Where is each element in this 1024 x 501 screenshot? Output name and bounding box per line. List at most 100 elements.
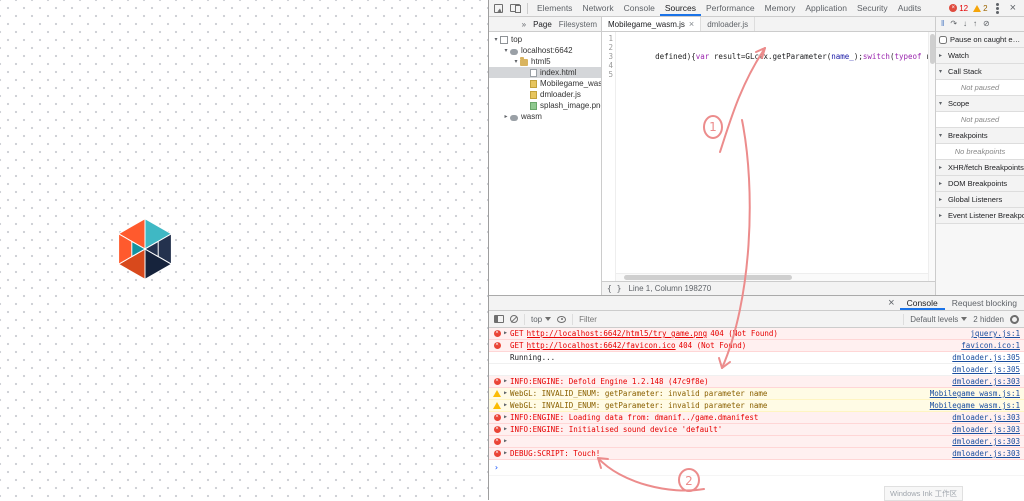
expand-icon[interactable] (504, 437, 507, 446)
step-out-icon[interactable]: ↑ (973, 20, 977, 28)
tree-item[interactable]: ▾ html5 (489, 56, 601, 67)
warning-count-badge[interactable]: 2 (973, 4, 988, 13)
source-location-link[interactable]: favicon.ico:1 (955, 341, 1020, 350)
editor-tab[interactable]: Mobilegame_wasm.js (602, 17, 702, 31)
tree-item-label: localhost:6642 (521, 46, 573, 55)
message-text: GET (510, 341, 524, 350)
disclosure-icon[interactable]: ▸ (502, 113, 510, 120)
error-count-badge[interactable]: 12 (949, 4, 968, 13)
source-location-link[interactable]: dmloader.js:303 (946, 437, 1020, 446)
error-icon (493, 438, 501, 446)
debugger-section-header[interactable]: ▸ Watch (936, 48, 1024, 64)
device-toolbar-icon[interactable] (510, 4, 521, 13)
live-expression-eye-icon[interactable] (557, 315, 567, 323)
message-url[interactable]: http://localhost:6642/html5/try_game.png (527, 329, 708, 338)
navigator-overflow-icon[interactable]: » (522, 20, 526, 29)
tree-item[interactable]: Mobilegame_wasm.js (489, 78, 601, 89)
panel-tab[interactable]: Memory (760, 0, 801, 16)
expand-icon[interactable] (504, 389, 507, 398)
debugger-section-header[interactable]: ▸ Event Listener Breakpoints (936, 208, 1024, 224)
hidden-count[interactable]: 2 hidden (973, 315, 1004, 324)
code-segment: ); (853, 52, 863, 61)
panel-tab[interactable]: Application (800, 0, 852, 16)
code-area[interactable]: 12345 defined){var result=GLctx.getParam… (602, 32, 935, 281)
devtools-panel: Elements Network Console Sources Performance… (488, 0, 1024, 500)
cloud-icon (510, 48, 518, 55)
clear-console-icon[interactable] (510, 315, 518, 323)
tree-item[interactable]: ▸ wasm (489, 111, 601, 122)
toolbar-divider (572, 313, 574, 325)
context-selector[interactable]: top (531, 315, 552, 324)
tree-item[interactable]: index.html (489, 67, 601, 78)
debugger-section-header[interactable]: ▾ Call Stack (936, 64, 1024, 80)
navigator-tab[interactable]: Page (533, 20, 552, 29)
error-icon (493, 414, 501, 422)
disclosure-icon[interactable]: ▾ (512, 58, 520, 65)
expand-icon[interactable] (504, 425, 507, 434)
console-sidebar-icon[interactable] (494, 315, 504, 323)
debugger-section-header[interactable]: ▾ Scope (936, 96, 1024, 112)
navigator-tab[interactable]: Filesystem (559, 20, 597, 29)
close-drawer-icon[interactable] (883, 298, 899, 309)
expand-icon[interactable] (504, 401, 507, 410)
step-over-icon[interactable]: ↷ (950, 20, 957, 28)
panel-tab[interactable]: Security (852, 0, 893, 16)
debugger-section: ▾ Call Stack Not paused (936, 64, 1024, 96)
expand-icon[interactable] (504, 329, 507, 338)
toolbar-divider (903, 313, 905, 325)
debugger-section: ▾ Breakpoints No breakpoints (936, 128, 1024, 160)
source-location-link[interactable]: jquery.js:1 (964, 329, 1020, 338)
source-location-link[interactable]: Mobilegame_wasm.js:1 (924, 401, 1020, 410)
inspect-element-icon[interactable] (494, 3, 503, 13)
console-prompt[interactable]: › (489, 460, 1024, 476)
pretty-print-button[interactable]: { } (607, 284, 621, 293)
expand-icon[interactable] (504, 449, 507, 458)
step-into-icon[interactable]: ↓ (963, 20, 967, 28)
panel-tab[interactable]: Performance (701, 0, 760, 16)
panel-tab[interactable]: Sources (660, 0, 701, 16)
disclosure-icon: ▸ (939, 181, 943, 187)
debugger-section-label: Breakpoints (948, 131, 988, 140)
pause-on-caught-exceptions[interactable]: Pause on caught excepti... (936, 32, 1024, 48)
tree-item[interactable]: ▾ localhost:6642 (489, 45, 601, 56)
disclosure-icon[interactable]: ▾ (502, 47, 510, 54)
pause-icon[interactable]: ‖ (941, 20, 944, 28)
editor-vertical-scrollbar[interactable] (928, 32, 935, 281)
log-levels-selector[interactable]: Default levels (910, 315, 968, 324)
panel-tab[interactable]: Console (619, 0, 660, 16)
drawer-tab[interactable]: Console (900, 296, 945, 310)
message-url[interactable]: http://localhost:6642/favicon.ico (527, 341, 676, 350)
more-options-icon[interactable] (993, 6, 1002, 10)
expand-icon[interactable] (504, 413, 507, 422)
drawer-tab[interactable]: Request blocking (945, 296, 1024, 310)
console-settings-gear-icon[interactable] (1010, 314, 1019, 324)
panel-tab[interactable]: Network (577, 0, 618, 16)
debugger-section-header[interactable]: ▾ Breakpoints (936, 128, 1024, 144)
source-location-link[interactable]: dmloader.js:303 (946, 425, 1020, 434)
editor-tab[interactable]: dmloader.js (701, 17, 756, 31)
debugger-section-header[interactable]: ▸ XHR/fetch Breakpoints (936, 160, 1024, 176)
source-location-link[interactable]: Mobilegame_wasm.js:1 (924, 389, 1020, 398)
console-filter-input[interactable] (579, 314, 898, 324)
debugger-section-label: XHR/fetch Breakpoints (948, 163, 1024, 172)
deactivate-breakpoints-icon[interactable]: ⊘ (983, 20, 990, 28)
close-tab-icon[interactable] (689, 20, 694, 29)
source-location-link[interactable]: dmloader.js:303 (946, 449, 1020, 458)
disclosure-icon[interactable]: ▾ (492, 36, 500, 43)
panel-tab[interactable]: Elements (532, 0, 577, 16)
tree-item[interactable]: dmloader.js (489, 89, 601, 100)
pause-on-caught-checkbox[interactable] (939, 35, 947, 44)
editor-horizontal-scrollbar[interactable] (616, 273, 928, 281)
console-message: WebGL: INVALID_ENUM: getParameter: inval… (489, 400, 1024, 412)
tree-item[interactable]: splash_image.png (489, 100, 601, 111)
source-location-link[interactable]: dmloader.js:303 (946, 377, 1020, 386)
expand-icon[interactable] (504, 377, 507, 386)
source-location-link[interactable]: dmloader.js:305 (946, 365, 1020, 374)
panel-tab[interactable]: Audits (893, 0, 927, 16)
debugger-section-header[interactable]: ▸ DOM Breakpoints (936, 176, 1024, 192)
close-devtools-icon[interactable] (1007, 3, 1019, 14)
tree-item[interactable]: ▾ top (489, 34, 601, 45)
source-location-link[interactable]: dmloader.js:303 (946, 413, 1020, 422)
source-location-link[interactable]: dmloader.js:305 (946, 353, 1020, 362)
debugger-section-header[interactable]: ▸ Global Listeners (936, 192, 1024, 208)
